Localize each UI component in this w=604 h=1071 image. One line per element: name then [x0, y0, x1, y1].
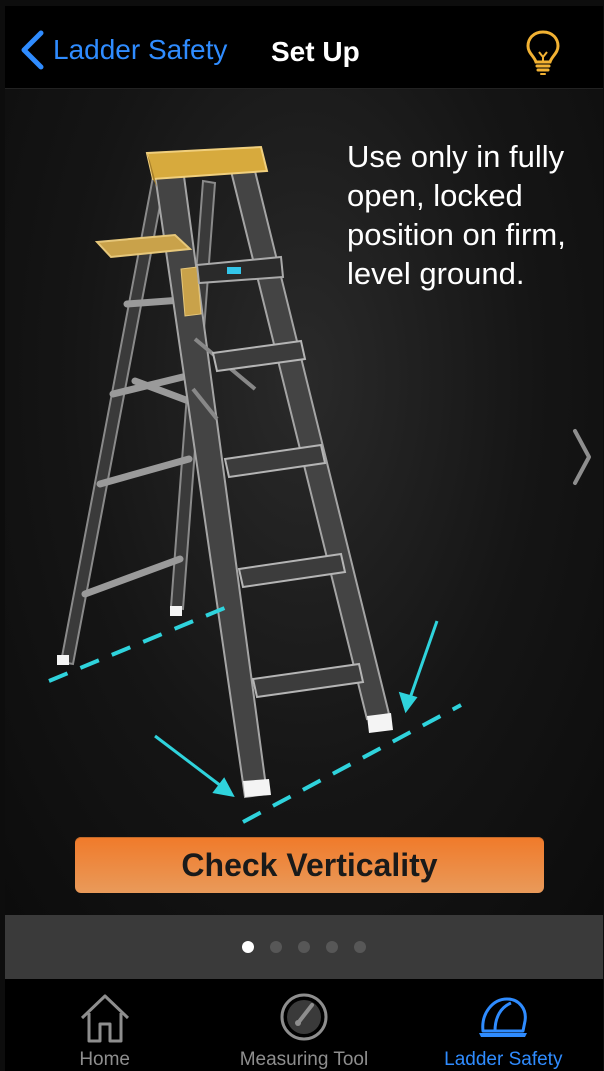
chevron-right-icon[interactable] — [571, 427, 593, 487]
tab-ladder-safety[interactable]: Ladder Safety — [404, 979, 603, 1071]
back-button[interactable]: Ladder Safety — [19, 28, 227, 72]
house-icon — [80, 994, 129, 1043]
slide-content: Use only in fully open, locked position … — [5, 89, 603, 915]
app-screen: Ladder Safety Set Up Use only in fully o… — [0, 0, 604, 1071]
page-dot[interactable] — [354, 941, 366, 953]
navigation-bar: Ladder Safety Set Up — [5, 6, 603, 89]
instruction-text: Use only in fully open, locked position … — [347, 139, 566, 291]
tab-label: Measuring Tool — [239, 1049, 369, 1070]
tab-home[interactable]: Home — [5, 979, 204, 1071]
tab-measuring-tool[interactable]: Measuring Tool — [204, 979, 403, 1071]
page-indicator — [5, 915, 603, 979]
page-dot[interactable] — [242, 941, 254, 953]
tab-bar: Home Measuring Tool Ladder Safety — [5, 979, 603, 1071]
lightbulb-icon — [526, 30, 560, 75]
back-button-label: Ladder Safety — [53, 34, 228, 65]
hard-hat-icon — [479, 997, 528, 1037]
chevron-left-icon — [21, 30, 44, 70]
hint-button[interactable] — [523, 28, 563, 76]
tab-label: Home — [79, 1049, 130, 1070]
page-dot[interactable] — [270, 941, 282, 953]
page-dot[interactable] — [326, 941, 338, 953]
tab-label: Ladder Safety — [444, 1049, 563, 1070]
check-verticality-button[interactable]: Check Verticality — [75, 837, 544, 893]
page-title: Set Up — [271, 36, 360, 67]
page-dot[interactable] — [298, 941, 310, 953]
gauge-icon — [280, 993, 328, 1041]
